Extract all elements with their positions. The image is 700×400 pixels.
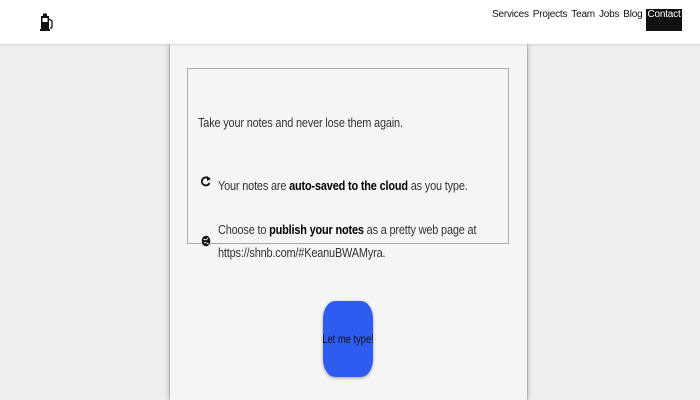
globe-icon	[201, 235, 211, 247]
sync-icon	[201, 176, 211, 187]
intro-text: Take your notes and never lose them agai…	[198, 115, 403, 130]
feature-publish-after: as a pretty web page at	[363, 222, 477, 237]
publish-url[interactable]: https://shnb.com/#KeanuBWAMyra.	[218, 245, 386, 260]
nav-item-services[interactable]: Services	[492, 9, 529, 31]
nav-item-jobs[interactable]: Jobs	[599, 9, 620, 31]
feature-autosave-after: as you type.	[407, 178, 468, 193]
fuel-pump-icon[interactable]	[40, 13, 54, 31]
feature-publish: Choose to publish your notes as a pretty…	[218, 218, 476, 264]
nav-item-team[interactable]: Team	[571, 9, 595, 31]
main-nav: Services Projects Team Jobs Blog Contact	[492, 9, 682, 31]
let-me-type-button[interactable]: Let me type!	[322, 301, 374, 377]
nav-item-blog[interactable]: Blog	[623, 9, 642, 31]
top-navbar: Services Projects Team Jobs Blog Contact	[0, 0, 700, 44]
signup-card: Take your notes and never lose them agai…	[170, 44, 527, 400]
feature-autosave-bold: auto-saved to the cloud	[289, 178, 408, 193]
feature-autosave-before: Your notes are	[218, 178, 290, 193]
feature-publish-bold: publish your notes	[269, 222, 364, 237]
let-me-type-label: Let me type!	[322, 332, 374, 346]
nav-item-contact[interactable]: Contact	[646, 9, 682, 31]
nav-item-projects[interactable]: Projects	[533, 9, 568, 31]
feature-publish-before: Choose to	[218, 222, 270, 237]
feature-autosave: Your notes are auto-saved to the cloud a…	[218, 174, 468, 197]
